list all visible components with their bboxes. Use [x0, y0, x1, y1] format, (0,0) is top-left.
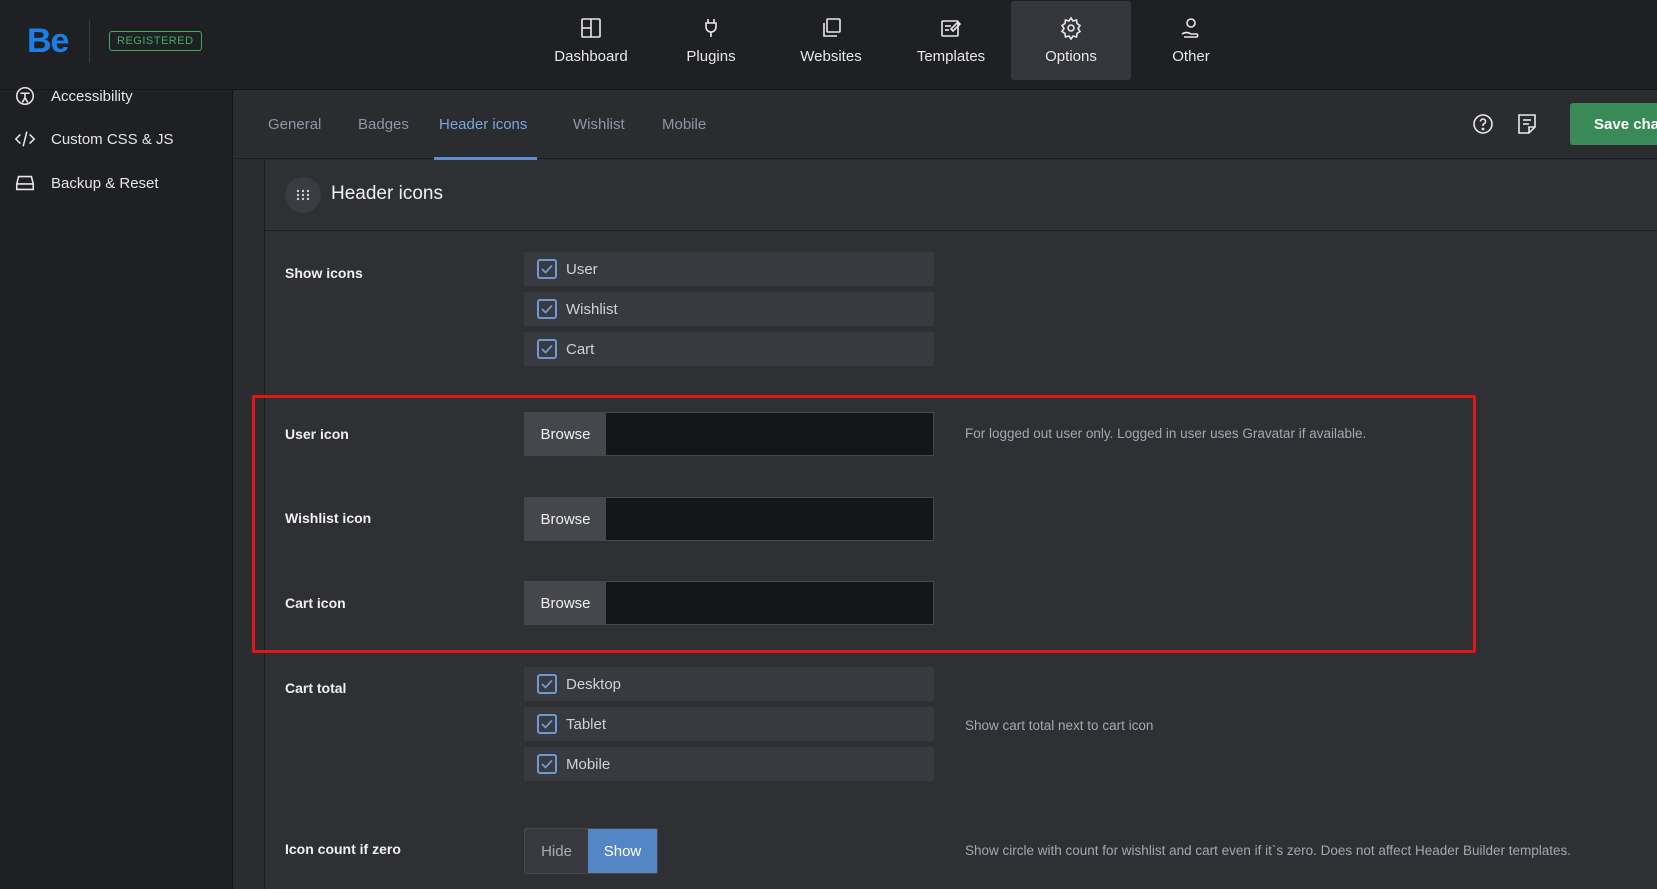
checkbox-checked-icon	[537, 674, 557, 694]
sidebar: Accessibility Custom CSS & JS Backup & R…	[0, 86, 233, 889]
cart-icon-label: Cart icon	[285, 595, 346, 611]
sub-tabs: General Badges Header icons Wishlist Mob…	[234, 90, 1657, 160]
browse-button[interactable]: Browse	[525, 582, 606, 624]
tab-badges[interactable]: Badges	[358, 90, 409, 159]
top-bar: Be REGISTERED Dashboard Plugins Websites…	[0, 0, 1657, 90]
nav-templates[interactable]: Templates	[891, 0, 1011, 80]
user-icon-upload: Browse	[524, 412, 934, 456]
checkbox-checked-icon	[537, 714, 557, 734]
checkbox-cart[interactable]: Cart	[524, 332, 934, 366]
nav-websites[interactable]: Websites	[771, 0, 891, 80]
gear-icon	[1060, 16, 1082, 40]
cart-total-label: Cart total	[285, 680, 347, 696]
nav-dashboard[interactable]: Dashboard	[531, 0, 651, 80]
icon-count-label: Icon count if zero	[285, 841, 401, 857]
registered-badge: REGISTERED	[109, 31, 202, 51]
checkbox-tablet[interactable]: Tablet	[524, 707, 934, 741]
nav-label: Options	[1045, 48, 1097, 65]
cart-total-hint: Show cart total next to cart icon	[965, 718, 1154, 733]
code-icon	[14, 131, 36, 147]
icon-count-hint: Show circle with count for wishlist and …	[965, 843, 1572, 858]
sidebar-item-accessibility[interactable]: Accessibility	[14, 85, 133, 107]
show-icons-label: Show icons	[285, 265, 363, 281]
websites-icon	[823, 17, 841, 37]
browse-button[interactable]: Browse	[525, 413, 606, 455]
nav-options[interactable]: Options	[1011, 1, 1131, 80]
tab-label: Header icons	[439, 116, 528, 133]
user-icon-field[interactable]	[606, 413, 933, 455]
checkbox-desktop[interactable]: Desktop	[524, 667, 934, 701]
nav-label: Other	[1172, 47, 1210, 65]
checkbox-mobile[interactable]: Mobile	[524, 747, 934, 781]
checkbox-label: Wishlist	[566, 300, 618, 318]
sidebar-item-backup-reset[interactable]: Backup & Reset	[14, 172, 159, 194]
checkbox-checked-icon	[537, 754, 557, 774]
nav-label: Dashboard	[554, 47, 628, 65]
sidebar-item-label: Custom CSS & JS	[51, 130, 174, 148]
cart-icon-field[interactable]	[606, 582, 933, 624]
checkbox-label: User	[566, 260, 598, 278]
user-icon-hint: For logged out user only. Logged in user…	[965, 426, 1367, 441]
dashboard-icon	[581, 17, 601, 38]
option-show[interactable]: Show	[588, 829, 657, 873]
main-nav: Dashboard Plugins Websites Templates Opt…	[531, 0, 1251, 80]
tab-header-icons[interactable]: Header icons	[434, 90, 537, 160]
nav-other[interactable]: Other	[1131, 0, 1251, 80]
icon-count-toggle: Hide Show	[524, 828, 658, 874]
nav-label: Websites	[800, 47, 862, 65]
checkbox-label: Cart	[566, 340, 595, 358]
browse-button[interactable]: Browse	[525, 498, 606, 540]
sidebar-item-label: Accessibility	[51, 87, 133, 105]
checkbox-checked-icon	[537, 299, 557, 319]
wishlist-icon-label: Wishlist icon	[285, 510, 372, 526]
panel-header: Header icons	[265, 160, 1657, 231]
drive-icon	[15, 175, 35, 191]
save-button[interactable]: Save changes	[1570, 103, 1657, 145]
wishlist-icon-upload: Browse	[524, 497, 934, 541]
checkbox-user[interactable]: User	[524, 252, 934, 286]
tab-mobile[interactable]: Mobile	[662, 90, 706, 159]
panel-title: Header icons	[331, 183, 443, 204]
cart-icon-upload: Browse	[524, 581, 934, 625]
nav-label: Templates	[916, 47, 986, 65]
templates-icon	[941, 19, 962, 37]
sidebar-item-label: Backup & Reset	[51, 174, 159, 192]
notes-icon[interactable]	[1515, 112, 1539, 136]
user-icon-label: User icon	[285, 426, 349, 442]
checkbox-checked-icon	[537, 339, 557, 359]
user-hand-icon	[1181, 17, 1199, 38]
checkbox-label: Desktop	[566, 675, 622, 693]
plug-icon	[705, 18, 717, 37]
option-hide[interactable]: Hide	[525, 829, 588, 873]
content-panel: Header icons Show icons User Wishlist Ca…	[264, 160, 1657, 889]
wishlist-icon-field[interactable]	[606, 498, 933, 540]
nav-plugins[interactable]: Plugins	[651, 0, 771, 80]
checkbox-wishlist[interactable]: Wishlist	[524, 292, 934, 326]
drag-dots-icon	[285, 177, 321, 213]
checkbox-label: Mobile	[566, 755, 611, 773]
checkbox-checked-icon	[537, 259, 557, 279]
help-icon[interactable]	[1471, 112, 1495, 136]
checkbox-label: Tablet	[566, 715, 607, 733]
brand-logo[interactable]: Be	[27, 22, 69, 61]
tab-wishlist[interactable]: Wishlist	[573, 90, 625, 159]
sidebar-item-custom-css-js[interactable]: Custom CSS & JS	[14, 128, 174, 150]
divider	[89, 20, 90, 62]
tab-general[interactable]: General	[268, 90, 321, 159]
nav-label: Plugins	[686, 47, 736, 65]
accessibility-icon	[15, 86, 35, 106]
